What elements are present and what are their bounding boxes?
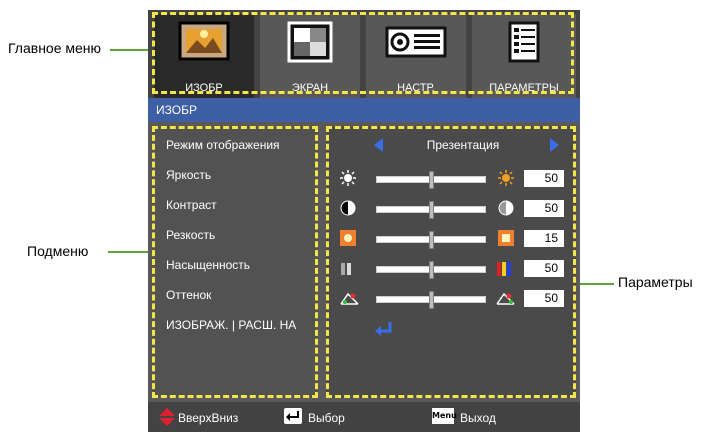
section-title-bar: ИЗОБР bbox=[148, 98, 580, 122]
submenu-highlight bbox=[152, 126, 318, 398]
enter-key-icon bbox=[284, 408, 302, 424]
callout-submenu: Подменю bbox=[27, 243, 89, 259]
footer-bar: ВверхВниз Выбор Menu Выход bbox=[148, 402, 580, 432]
callout-main-menu-line bbox=[110, 49, 152, 51]
main-menu-highlight bbox=[152, 12, 574, 94]
footer-updown-label: ВверхВниз bbox=[178, 411, 239, 425]
section-title: ИЗОБР bbox=[156, 103, 197, 117]
submenu-panel: Режим отображения Яркость Контраст Резко… bbox=[152, 126, 318, 398]
callout-main-menu: Главное меню bbox=[8, 40, 102, 56]
menu-key-icon: Menu bbox=[432, 408, 457, 424]
tab-bar: ИЗОБР ЭКРАН НАСТР. ПАРАМЕТРЫ bbox=[148, 10, 580, 98]
updown-icon bbox=[158, 408, 176, 431]
callout-parameters: Параметры bbox=[618, 274, 693, 290]
parameters-panel: Презентация 50 50 15 50 50 bbox=[326, 126, 576, 398]
parameters-highlight bbox=[326, 126, 576, 398]
osd-menu: ИЗОБР ЭКРАН НАСТР. ПАРАМЕТРЫ ИЗОБР Режим… bbox=[148, 10, 580, 432]
footer-select-label: Выбор bbox=[308, 411, 345, 425]
footer-exit-label: Выход bbox=[460, 411, 496, 425]
